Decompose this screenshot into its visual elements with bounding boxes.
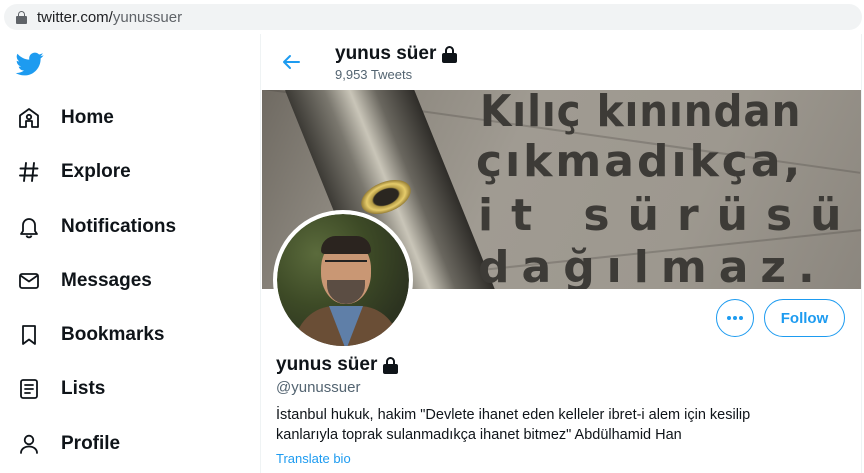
url-host: twitter.com/ (37, 8, 113, 26)
header-name: yunus süer (335, 43, 458, 65)
sidebar-item-messages[interactable]: Messages (16, 266, 152, 296)
sidebar-item-explore[interactable]: Explore (16, 157, 131, 187)
translate-bio-link[interactable]: Translate bio (276, 451, 351, 466)
sidebar-item-notifications[interactable]: Notifications (16, 212, 176, 242)
profile-name-text: yunus süer (276, 354, 378, 375)
profile-header-bar: yunus süer 9,953 Tweets (261, 34, 861, 90)
follow-button[interactable]: Follow (764, 299, 845, 337)
banner-line-3: it sürüsü (478, 190, 860, 241)
lock-icon (16, 10, 27, 24)
banner-line-4: dağılmaz. (478, 242, 827, 289)
address-field[interactable]: twitter.com/yunussuer (4, 4, 862, 30)
twitter-bird-icon[interactable] (14, 50, 46, 78)
banner-line-1: Kılıç kınından (480, 90, 802, 137)
bio-line-1: İstanbul hukuk, hakim "Devlete ihanet ed… (276, 407, 751, 423)
more-dots-icon (727, 316, 743, 320)
protected-lock-icon (383, 356, 399, 374)
sidebar-item-label: Explore (61, 161, 131, 182)
envelope-icon (16, 268, 42, 294)
profile-handle: @yunussuer (276, 379, 361, 396)
sidebar-item-label: Home (61, 107, 114, 128)
sidebar: Home Explore Notifications Messages Book… (0, 34, 260, 473)
header-name-text: yunus süer (335, 43, 437, 64)
sidebar-item-label: Lists (61, 378, 106, 399)
tweet-count: 9,953 Tweets (335, 67, 413, 82)
banner-line-2: çıkmadıkça, (476, 136, 804, 187)
home-icon (16, 105, 42, 131)
url-path: yunussuer (112, 8, 183, 26)
profile-name: yunus süer (276, 354, 399, 376)
bell-icon (16, 214, 42, 240)
browser-url-bar: twitter.com/yunussuer (0, 0, 864, 34)
back-arrow-icon[interactable] (279, 50, 303, 74)
list-icon (16, 376, 42, 402)
profile-column: yunus süer 9,953 Tweets Kılıç kınından ç… (260, 34, 862, 473)
avatar[interactable] (273, 210, 413, 350)
sidebar-item-label: Notifications (61, 216, 177, 237)
bio-line-2: kanlarıyla toprak sulanmadıkça ihanet bi… (276, 427, 682, 443)
protected-lock-icon (442, 45, 458, 63)
bookmark-icon (16, 322, 42, 348)
person-icon (16, 431, 42, 457)
sidebar-item-label: Profile (61, 433, 121, 454)
hashtag-icon (16, 159, 42, 185)
sidebar-item-home[interactable]: Home (16, 103, 114, 133)
more-options-button[interactable] (716, 299, 754, 337)
url-text: twitter.com/yunussuer (37, 9, 182, 26)
profile-bio: İstanbul hukuk, hakim "Devlete ihanet ed… (276, 405, 796, 445)
sidebar-item-bookmarks[interactable]: Bookmarks (16, 320, 165, 350)
sidebar-item-label: Bookmarks (61, 324, 165, 345)
sidebar-item-label: Messages (61, 270, 152, 291)
sidebar-item-profile[interactable]: Profile (16, 429, 120, 459)
sidebar-item-lists[interactable]: Lists (16, 374, 105, 404)
